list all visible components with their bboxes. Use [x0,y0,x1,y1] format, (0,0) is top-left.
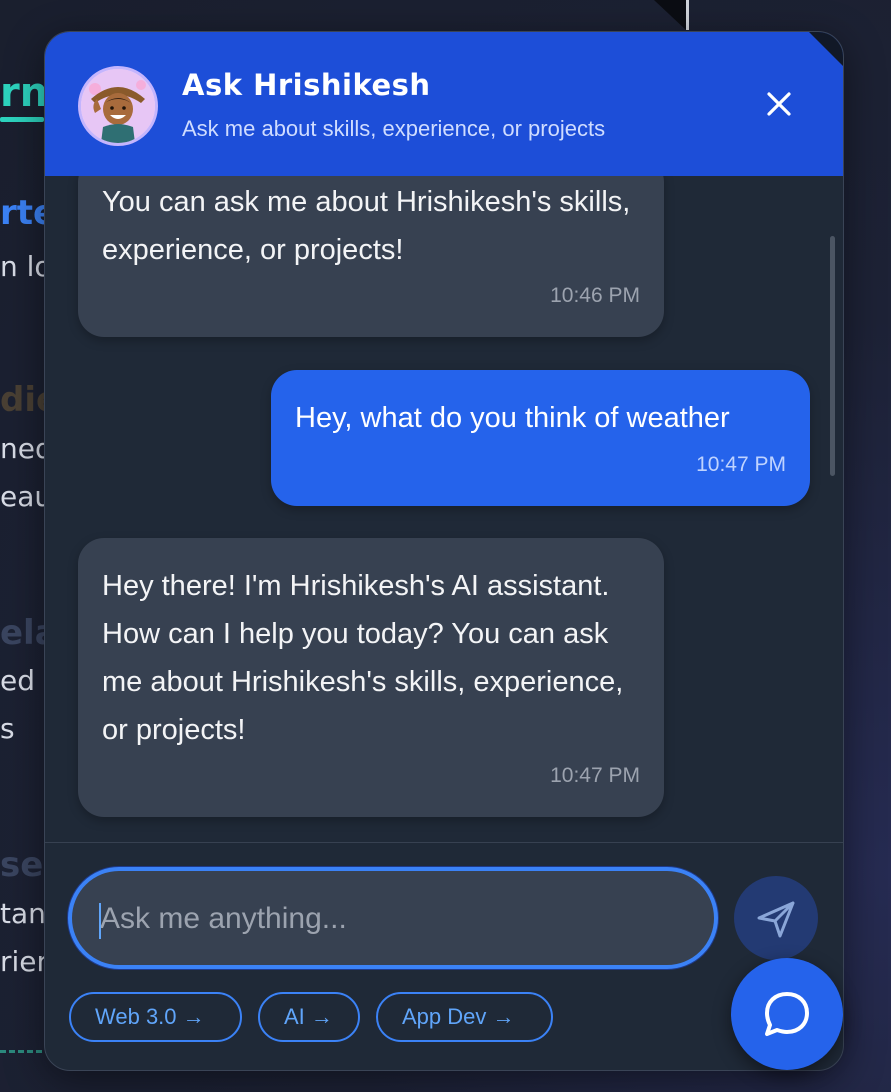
message-time: 10:47 PM [550,764,640,787]
chat-bubble-icon [765,992,809,1036]
scrollbar[interactable] [830,236,835,476]
chat-subtitle: Ask me about skills, experience, or proj… [182,116,606,141]
close-icon [767,92,791,116]
user-message: Hey, what do you think of weather 10:47 … [271,370,810,506]
message-time: 10:46 PM [550,284,640,307]
message-time: 10:47 PM [696,453,786,476]
send-icon [757,901,795,938]
bot-message: Hey there! I'm Hrishikesh's AI assistant… [78,538,664,817]
chip-ai[interactable]: AI → [258,992,360,1042]
chat-title: Ask Hrishikesh [182,68,431,102]
close-button[interactable] [759,84,799,124]
text-caret [99,903,101,939]
message-list[interactable]: You can ask me about Hrishikesh's skills… [45,176,843,842]
bg-text-fragment: s [0,712,15,745]
message-input-container [68,867,718,969]
message-text: Hey there! I'm Hrishikesh's AI assistant… [102,570,624,746]
message-text: Hey, what do you think of weather [295,402,730,434]
page-corner [654,0,686,30]
message-input[interactable] [98,871,682,967]
bg-subheading-fragment: se [0,845,44,885]
chip-app-dev[interactable]: App Dev → [376,992,553,1042]
message-text: You can ask me about Hrishikesh's skills… [102,186,631,266]
input-divider [45,842,843,843]
bg-text-fragment: ed [0,664,35,697]
divider-line [686,0,689,30]
chat-toggle-button[interactable] [731,958,843,1070]
chat-header: Ask Hrishikesh Ask me about skills, expe… [45,32,843,176]
chat-panel: Ask Hrishikesh Ask me about skills, expe… [44,31,844,1071]
chip-web3[interactable]: Web 3.0 → [69,992,242,1042]
bot-message: You can ask me about Hrishikesh's skills… [78,176,664,337]
send-button[interactable] [734,876,818,960]
bg-text-fragment: tan [0,897,46,930]
header-corner-fold [809,32,843,66]
avatar [78,66,158,146]
bg-heading-underline [0,117,44,122]
